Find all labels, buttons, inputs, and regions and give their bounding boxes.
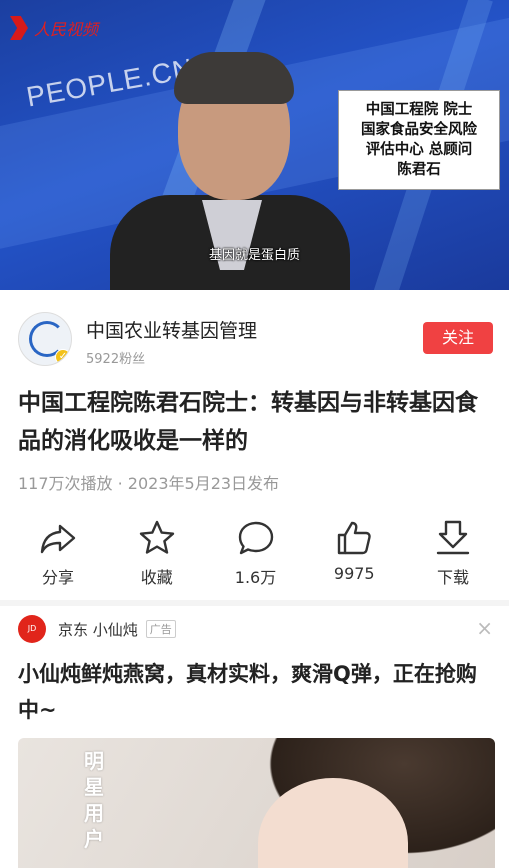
comment-button[interactable]: 1.6万	[216, 518, 296, 588]
thumbs-up-icon	[338, 521, 371, 555]
account-row: ✓ 中国农业转基因管理 5922粉丝 关注	[18, 312, 493, 368]
action-bar: 分享 收藏 1.6万 9975 下载	[18, 518, 493, 588]
logo-text: 人民视频	[34, 20, 99, 39]
avatar[interactable]: ✓	[18, 312, 72, 366]
favorite-label: 收藏	[140, 568, 173, 587]
follow-button[interactable]: 关注	[423, 322, 493, 354]
share-label: 分享	[41, 568, 74, 587]
download-button[interactable]: 下载	[413, 518, 493, 588]
like-button[interactable]: 9975	[314, 518, 394, 588]
caption-line: 国家食品安全风险	[361, 122, 477, 138]
comment-icon	[238, 521, 273, 555]
post-meta: 117万次播放 · 2023年5月23日发布	[18, 474, 280, 493]
verified-badge-icon: ✓	[55, 349, 71, 365]
ad-tag: 广告	[145, 620, 176, 638]
video-player[interactable]: PEOPLE.CN 人民视频 中国工程院 院士 国家食品安全风险 评估中心 总顾…	[0, 0, 509, 290]
comment-count: 1.6万	[234, 568, 277, 587]
ad-image-caption: 明 星 用 户	[84, 749, 104, 851]
caption-line: 陈君石	[397, 162, 441, 178]
ad-image[interactable]: 明 星 用 户	[18, 738, 495, 868]
section-divider	[0, 600, 509, 606]
share-icon	[40, 524, 76, 554]
star-icon	[139, 520, 174, 554]
ad-header: JD 京东 小仙炖 广告 ×	[18, 614, 493, 644]
fan-count: 5922粉丝	[86, 352, 146, 367]
share-button[interactable]: 分享	[18, 518, 98, 588]
download-label: 下载	[436, 568, 469, 587]
caption-line: 中国工程院 院士	[365, 102, 473, 118]
ad-title[interactable]: 小仙炖鲜炖燕窝，真材实料，爽滑Q弹，正在抢购中~	[18, 656, 493, 728]
caption-line: 评估中心 总顾问	[365, 142, 473, 158]
video-logo: 人民视频	[10, 16, 98, 40]
ad-advertiser[interactable]: 京东 小仙炖	[58, 619, 138, 640]
like-count: 9975	[333, 564, 375, 583]
video-subtitle: 基因就是蛋白质	[208, 248, 300, 263]
account-name[interactable]: 中国农业转基因管理	[86, 316, 257, 343]
speaker-caption: 中国工程院 院士 国家食品安全风险 评估中心 总顾问 陈君石	[338, 90, 500, 190]
favorite-button[interactable]: 收藏	[117, 518, 197, 588]
post-title: 中国工程院陈君石院士：转基因与非转基因食品的消化吸收是一样的	[18, 390, 478, 454]
download-icon	[436, 520, 470, 555]
logo-icon	[10, 16, 28, 40]
jd-logo-icon: JD	[18, 615, 46, 643]
close-icon[interactable]: ×	[476, 616, 493, 640]
